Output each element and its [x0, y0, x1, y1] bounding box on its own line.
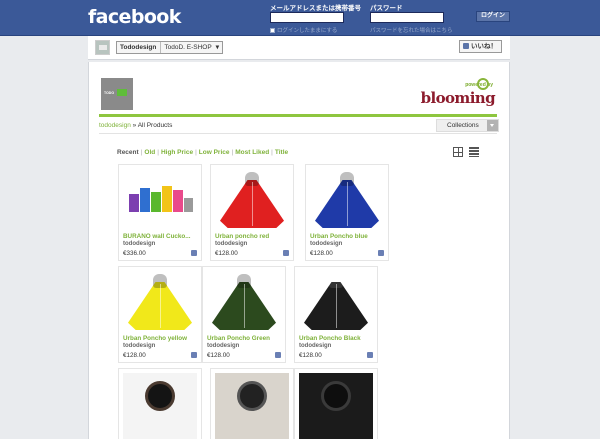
keep-logged-in[interactable]: ログインしたままにする	[270, 26, 337, 34]
breadcrumb-current: All Products	[137, 122, 173, 129]
like-icon[interactable]	[275, 352, 281, 358]
collections-label: Collections	[447, 122, 479, 129]
product-card[interactable]	[294, 368, 378, 439]
sort-recent[interactable]: Recent	[117, 149, 139, 156]
email-input[interactable]	[270, 12, 344, 23]
product-price: €336.00	[123, 250, 146, 257]
shop-logo[interactable]: TODO	[101, 78, 133, 110]
product-image-poncho-yellow[interactable]	[123, 271, 197, 333]
shop-app: TODO powered by blooming tododesign » Al…	[88, 62, 510, 439]
page-selector[interactable]: Tododesign TodoD. E-SHOP ▾	[116, 41, 223, 54]
product-card[interactable]: Urban Poncho Black tododesign €128.00	[294, 266, 378, 363]
product-price: €128.00	[215, 250, 238, 257]
product-vendor: tododesign	[123, 241, 156, 247]
blooming-logo[interactable]: blooming	[421, 89, 496, 107]
sort-high-price[interactable]: High Price	[161, 149, 193, 156]
product-image-poncho-black[interactable]	[299, 271, 373, 333]
product-price: €128.00	[310, 250, 333, 257]
product-price: €128.00	[299, 352, 322, 359]
product-name[interactable]: Urban Poncho yellow	[123, 335, 197, 342]
product-image-watch[interactable]	[299, 373, 373, 439]
list-view-icon[interactable]	[469, 147, 479, 157]
product-vendor: tododesign	[123, 343, 156, 349]
forgot-password-link[interactable]: パスワードを忘れた場合はこちら	[370, 26, 453, 34]
password-input[interactable]	[370, 12, 444, 23]
product-name[interactable]: Urban Poncho Black	[299, 335, 373, 342]
product-vendor: tododesign	[299, 343, 332, 349]
dropdown-arrow-icon	[487, 120, 498, 131]
product-name[interactable]: Urban Poncho Green	[207, 335, 281, 342]
product-card[interactable]	[210, 368, 294, 439]
product-price: €128.00	[207, 352, 230, 359]
sort-low-price[interactable]: Low Price	[199, 149, 230, 156]
product-vendor: tododesign	[215, 241, 248, 247]
sort-title[interactable]: Title	[275, 149, 288, 156]
thumbs-up-icon	[463, 43, 469, 49]
divider	[99, 133, 497, 134]
product-price: €128.00	[123, 352, 146, 359]
breadcrumb-link[interactable]: tododesign	[99, 122, 131, 129]
page-tab-name: TodoD. E-SHOP	[160, 42, 212, 53]
password-label: パスワード	[370, 5, 403, 12]
sort-most-liked[interactable]: Most Liked	[235, 149, 269, 156]
like-icon[interactable]	[378, 250, 384, 256]
breadcrumb: tododesign » All Products	[99, 122, 172, 129]
page-avatar[interactable]	[95, 40, 110, 55]
sort-bar: Recent | Old | High Price | Low Price | Most Lik…	[117, 149, 289, 156]
page-like-button[interactable]: いいね！	[459, 40, 502, 53]
shop-logo-mark	[117, 89, 127, 96]
login-button[interactable]: ログイン	[476, 11, 510, 22]
collections-dropdown[interactable]: Collections	[436, 119, 499, 132]
page-header: Tododesign TodoD. E-SHOP ▾ いいね！	[88, 36, 510, 60]
cuckoo-clock-image	[129, 186, 193, 212]
header-accent-line	[99, 114, 497, 117]
chevron-down-icon: ▾	[215, 44, 219, 51]
sort-old[interactable]: Old	[144, 149, 155, 156]
product-image-watch[interactable]	[123, 373, 197, 439]
product-image-poncho-blue[interactable]	[310, 169, 384, 231]
shop-logo-text: TODO	[104, 91, 115, 95]
product-card[interactable]	[118, 368, 202, 439]
facebook-header: facebook メールアドレスまたは携帯番号 パスワード ログインしたままにす…	[0, 0, 600, 36]
product-vendor: tododesign	[207, 343, 240, 349]
product-card[interactable]: Urban Poncho Green tododesign €128.00	[202, 266, 286, 363]
facebook-logo[interactable]: facebook	[88, 6, 181, 28]
product-image-cuckoo[interactable]	[123, 169, 197, 231]
product-image-poncho-green[interactable]	[207, 271, 281, 333]
like-icon[interactable]	[283, 250, 289, 256]
product-card[interactable]: Urban Poncho yellow tododesign €128.00	[118, 266, 202, 363]
product-card[interactable]: BURANO wall Cucko... tododesign €336.00	[118, 164, 202, 261]
product-card[interactable]: Urban Poncho blue tododesign €128.00	[305, 164, 389, 261]
product-name[interactable]: BURANO wall Cucko...	[123, 233, 197, 240]
grid-view-icon[interactable]	[453, 147, 463, 157]
product-name[interactable]: Urban poncho red	[215, 233, 289, 240]
like-icon[interactable]	[191, 250, 197, 256]
checkbox-icon[interactable]	[270, 28, 275, 34]
product-vendor: tododesign	[310, 241, 343, 247]
breadcrumb-separator: »	[130, 122, 138, 129]
like-icon[interactable]	[191, 352, 197, 358]
product-image-watch[interactable]	[215, 373, 289, 439]
page-name: Tododesign	[120, 44, 157, 51]
product-card[interactable]: Urban poncho red tododesign €128.00	[210, 164, 294, 261]
email-label: メールアドレスまたは携帯番号	[270, 5, 361, 12]
like-icon[interactable]	[367, 352, 373, 358]
product-name[interactable]: Urban Poncho blue	[310, 233, 384, 240]
product-image-poncho-red[interactable]	[215, 169, 289, 231]
